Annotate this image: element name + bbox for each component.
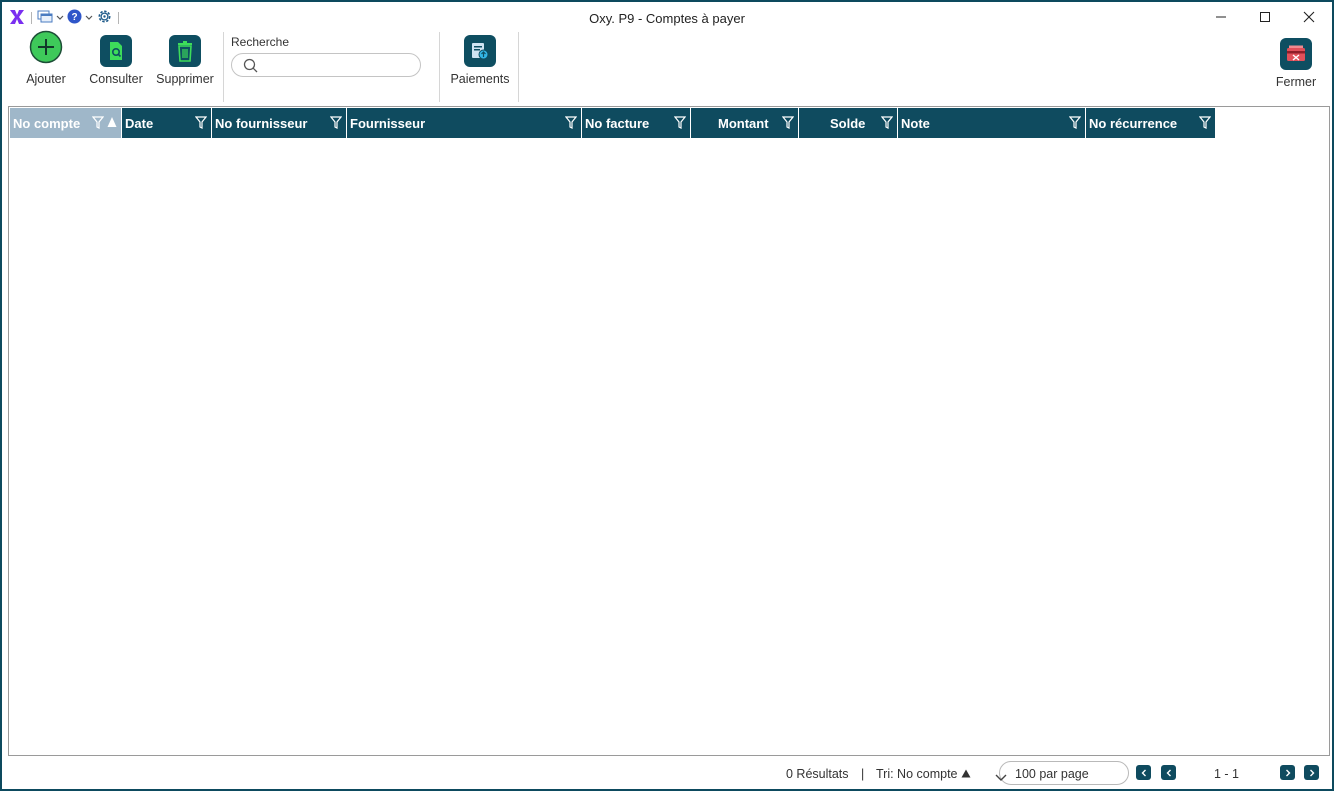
results-count: 0 Résultats: [786, 767, 849, 781]
minimize-icon: [1215, 11, 1227, 26]
payments-button[interactable]: Paiements: [448, 35, 512, 86]
maximize-button[interactable]: [1242, 6, 1288, 30]
toolbar-separator: [439, 32, 440, 102]
column-label: No facture: [585, 116, 650, 131]
column-header-no-recurrence[interactable]: No récurrence: [1086, 108, 1215, 138]
delete-button[interactable]: Supprimer: [152, 35, 218, 86]
filter-icon[interactable]: [673, 116, 687, 130]
chevron-right-icon: [1308, 766, 1316, 780]
column-header-montant[interactable]: Montant: [691, 108, 799, 138]
view-button[interactable]: Consulter: [86, 35, 146, 86]
add-label: Ajouter: [26, 72, 66, 86]
close-window-button[interactable]: [1286, 6, 1332, 30]
delete-label: Supprimer: [156, 72, 214, 86]
column-label: No récurrence: [1089, 116, 1178, 131]
grid-header: No compte Date No fournisseur Fournisseu…: [10, 108, 1215, 138]
column-label: Fournisseur: [350, 116, 426, 131]
next-page-button[interactable]: [1280, 765, 1295, 780]
accounts-payable-grid[interactable]: No compte Date No fournisseur Fournisseu…: [8, 106, 1330, 756]
column-header-note[interactable]: Note: [898, 108, 1086, 138]
filter-icon[interactable]: [1068, 116, 1082, 130]
sort-indicator: Tri: No compte: [876, 767, 971, 781]
payments-label: Paiements: [450, 72, 510, 86]
app-window: ? Oxy. P9 - Comptes à payer Ajouter Cons…: [0, 0, 1334, 791]
chevron-right-icon: [1284, 766, 1292, 780]
grid-body: [10, 139, 1328, 754]
page-range: 1 - 1: [1214, 767, 1240, 781]
column-label: No fournisseur: [215, 116, 308, 131]
toolbar: Ajouter Consulter Supprimer Recherche Pa…: [2, 30, 1332, 104]
maximize-icon: [1259, 11, 1271, 26]
chevron-left-icon: [1140, 766, 1148, 780]
chevron-left-icon: [1165, 766, 1173, 780]
column-header-solde[interactable]: Solde: [799, 108, 898, 138]
column-header-no-fournisseur[interactable]: No fournisseur: [212, 108, 347, 138]
sort-ascending-icon: [961, 767, 971, 781]
page-size-value: 100 par page: [1015, 767, 1089, 781]
status-footer: 0 Résultats | Tri: No compte 100 par pag…: [8, 758, 1330, 789]
footer-separator: |: [861, 767, 865, 781]
column-header-no-compte[interactable]: No compte: [10, 108, 122, 138]
column-header-fournisseur[interactable]: Fournisseur: [347, 108, 582, 138]
filter-icon[interactable]: [91, 116, 105, 130]
close-label: Fermer: [1275, 75, 1317, 89]
close-icon: [1303, 11, 1315, 26]
trash-icon: [169, 35, 201, 67]
page-size-select[interactable]: 100 par page: [995, 761, 1129, 785]
window-title: Oxy. P9 - Comptes à payer: [589, 11, 745, 26]
previous-page-button[interactable]: [1161, 765, 1176, 780]
close-button[interactable]: Fermer: [1270, 38, 1322, 89]
column-label: Solde: [830, 116, 866, 131]
filter-icon[interactable]: [781, 116, 795, 130]
filter-icon[interactable]: [564, 116, 578, 130]
add-button[interactable]: Ajouter: [20, 30, 72, 86]
search-field[interactable]: [231, 53, 421, 77]
column-header-date[interactable]: Date: [122, 108, 212, 138]
column-label: No compte: [13, 116, 81, 131]
column-label: Date: [125, 116, 154, 131]
first-page-button[interactable]: [1136, 765, 1151, 780]
toolbar-separator: [223, 32, 224, 102]
toolbar-separator: [518, 32, 519, 102]
minimize-button[interactable]: [1198, 6, 1244, 30]
column-label: Note: [901, 116, 930, 131]
column-header-no-facture[interactable]: No facture: [582, 108, 691, 138]
last-page-button[interactable]: [1304, 765, 1319, 780]
add-circle-icon: [29, 30, 63, 67]
view-label: Consulter: [89, 72, 143, 86]
search-label: Recherche: [231, 35, 290, 49]
column-label: Montant: [718, 116, 769, 131]
payments-icon: [464, 35, 496, 67]
filter-icon[interactable]: [1198, 116, 1212, 130]
sort-ascending-icon[interactable]: [107, 116, 117, 131]
document-search-icon: [100, 35, 132, 67]
filter-icon[interactable]: [329, 116, 343, 130]
search-input[interactable]: [262, 57, 412, 73]
filter-icon[interactable]: [194, 116, 208, 130]
sort-text: Tri: No compte: [876, 767, 958, 781]
close-register-icon: [1280, 38, 1312, 70]
filter-icon[interactable]: [880, 116, 894, 130]
